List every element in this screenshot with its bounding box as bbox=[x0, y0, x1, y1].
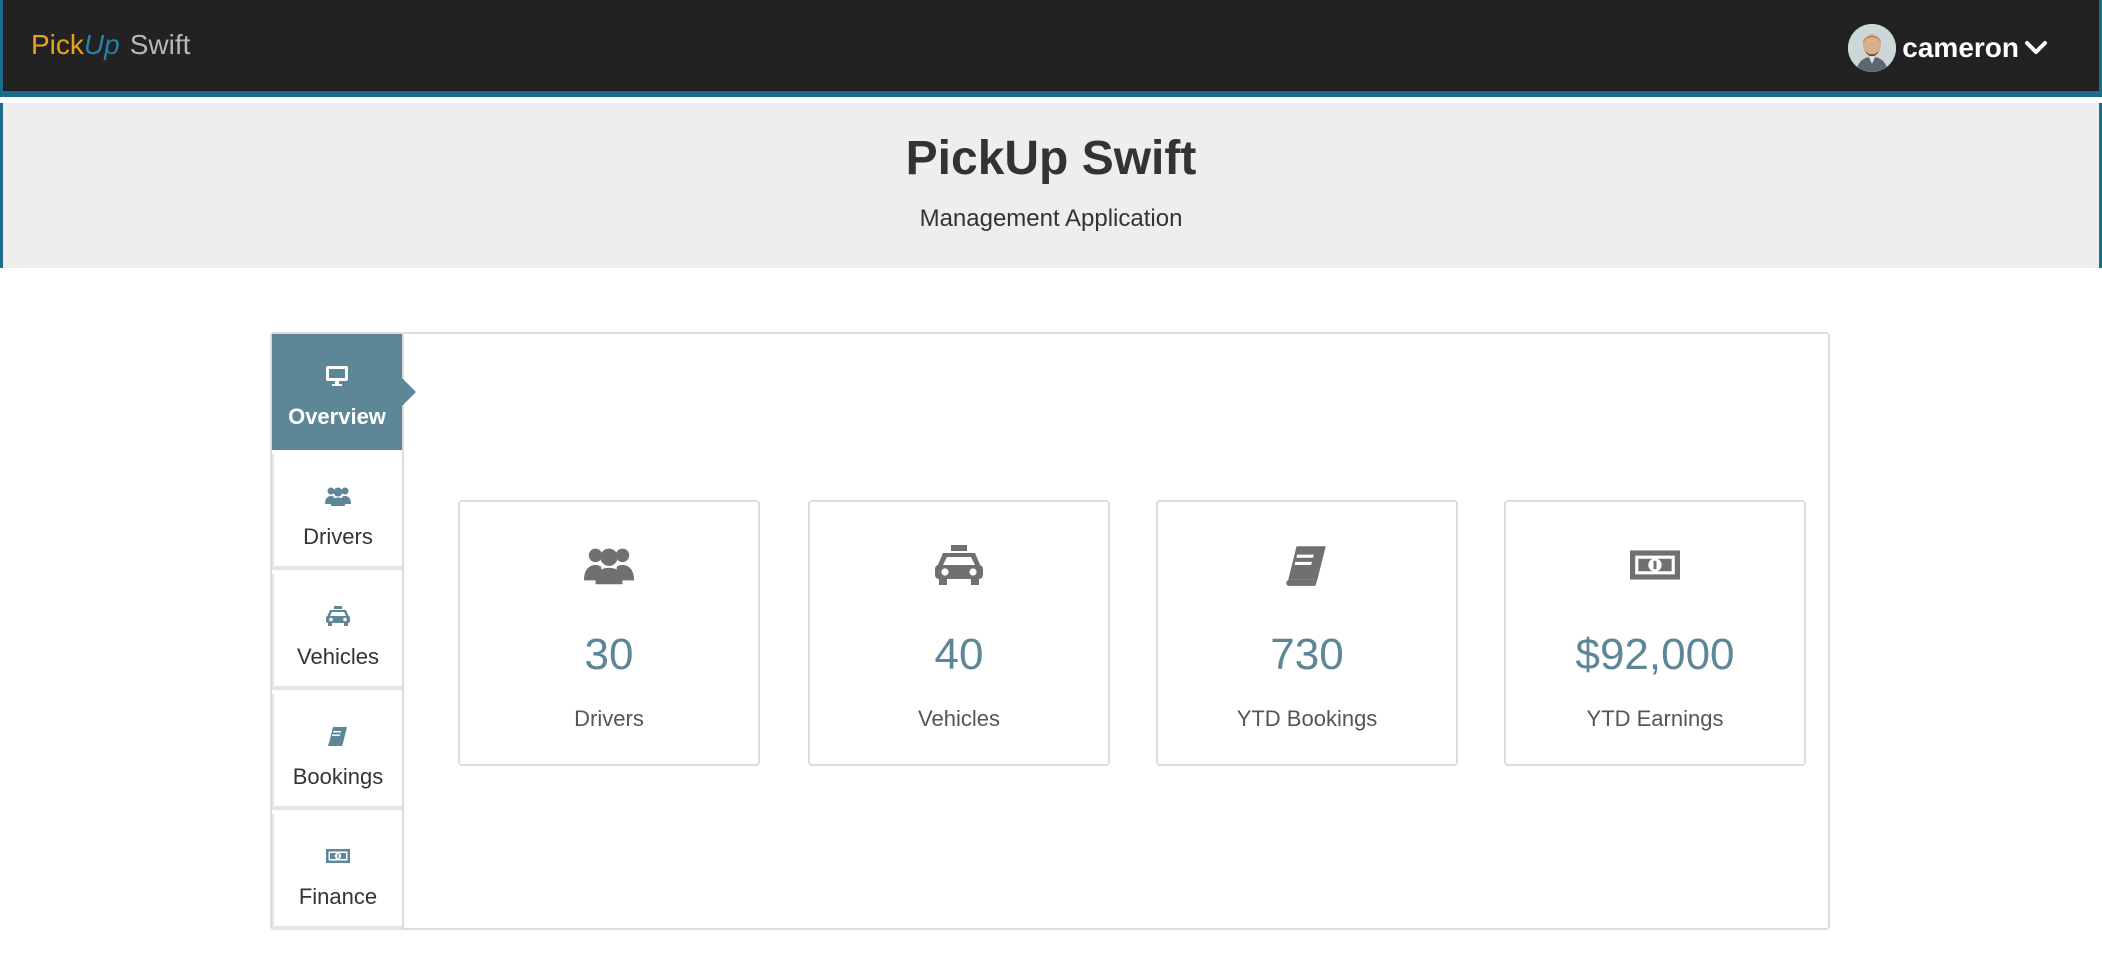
stats-row: 30 Drivers 40 Vehicles 730 YTD Bookings … bbox=[458, 500, 1808, 768]
brand-logo[interactable]: PickUp Swift bbox=[31, 28, 190, 62]
nav-item-drivers[interactable]: Drivers bbox=[272, 454, 402, 570]
stat-label-vehicles: Vehicles bbox=[918, 706, 1000, 731]
stat-value-earnings: $92,000 bbox=[1575, 630, 1735, 679]
nav-item-overview[interactable]: Overview bbox=[272, 334, 416, 450]
stat-label-bookings: YTD Bookings bbox=[1236, 706, 1378, 731]
stat-card-vehicles: 40 Vehicles bbox=[808, 500, 1110, 766]
taxi-icon bbox=[935, 545, 983, 585]
brand-pick: Pick bbox=[31, 29, 84, 60]
users-icon bbox=[325, 487, 351, 506]
book-icon bbox=[328, 727, 347, 746]
stat-card-earnings: $92,000 YTD Earnings bbox=[1504, 500, 1806, 766]
nav-label-overview: Overview bbox=[288, 404, 386, 429]
money-bill-icon bbox=[1630, 550, 1680, 580]
avatar-icon bbox=[1848, 24, 1897, 72]
page-header: PickUp Swift Management Application bbox=[0, 103, 2102, 268]
stat-card-bookings: 730 YTD Bookings bbox=[1156, 500, 1458, 766]
dashboard-panel: Overview Drivers Vehicles Bookings Finan… bbox=[270, 332, 1830, 930]
brand-swift: Swift bbox=[129, 29, 191, 60]
monitor-icon bbox=[326, 366, 348, 386]
nav-item-finance[interactable]: Finance bbox=[272, 814, 402, 930]
nav-label-drivers: Drivers bbox=[303, 524, 373, 549]
top-navbar: PickUp Swift cameron bbox=[0, 0, 2102, 97]
user-name: cameron bbox=[1902, 32, 2019, 63]
nav-item-vehicles[interactable]: Vehicles bbox=[272, 574, 402, 690]
nav-item-bookings[interactable]: Bookings bbox=[272, 694, 402, 810]
stat-value-bookings: 730 bbox=[1270, 630, 1344, 679]
book-icon bbox=[1286, 546, 1326, 586]
page-subtitle: Management Application bbox=[919, 205, 1183, 232]
chevron-down-icon bbox=[2025, 41, 2047, 54]
stat-value-vehicles: 40 bbox=[934, 630, 984, 679]
taxi-icon bbox=[326, 606, 350, 626]
page-title: PickUp Swift bbox=[905, 132, 1197, 185]
stat-label-earnings: YTD Earnings bbox=[1586, 706, 1724, 731]
stat-value-drivers: 30 bbox=[584, 630, 634, 679]
nav-label-finance: Finance bbox=[298, 884, 378, 909]
money-bill-icon bbox=[326, 849, 350, 863]
user-menu-toggle[interactable]: cameron bbox=[1848, 24, 2049, 72]
brand-up: Up bbox=[83, 29, 120, 60]
nav-label-bookings: Bookings bbox=[292, 764, 384, 789]
nav-label-vehicles: Vehicles bbox=[297, 644, 379, 669]
side-navigation: Overview Drivers Vehicles Bookings Finan… bbox=[272, 334, 416, 930]
stat-card-drivers: 30 Drivers bbox=[458, 500, 760, 766]
user-avatar bbox=[1848, 24, 1897, 72]
users-icon bbox=[583, 548, 635, 585]
stat-label-drivers: Drivers bbox=[574, 706, 644, 731]
